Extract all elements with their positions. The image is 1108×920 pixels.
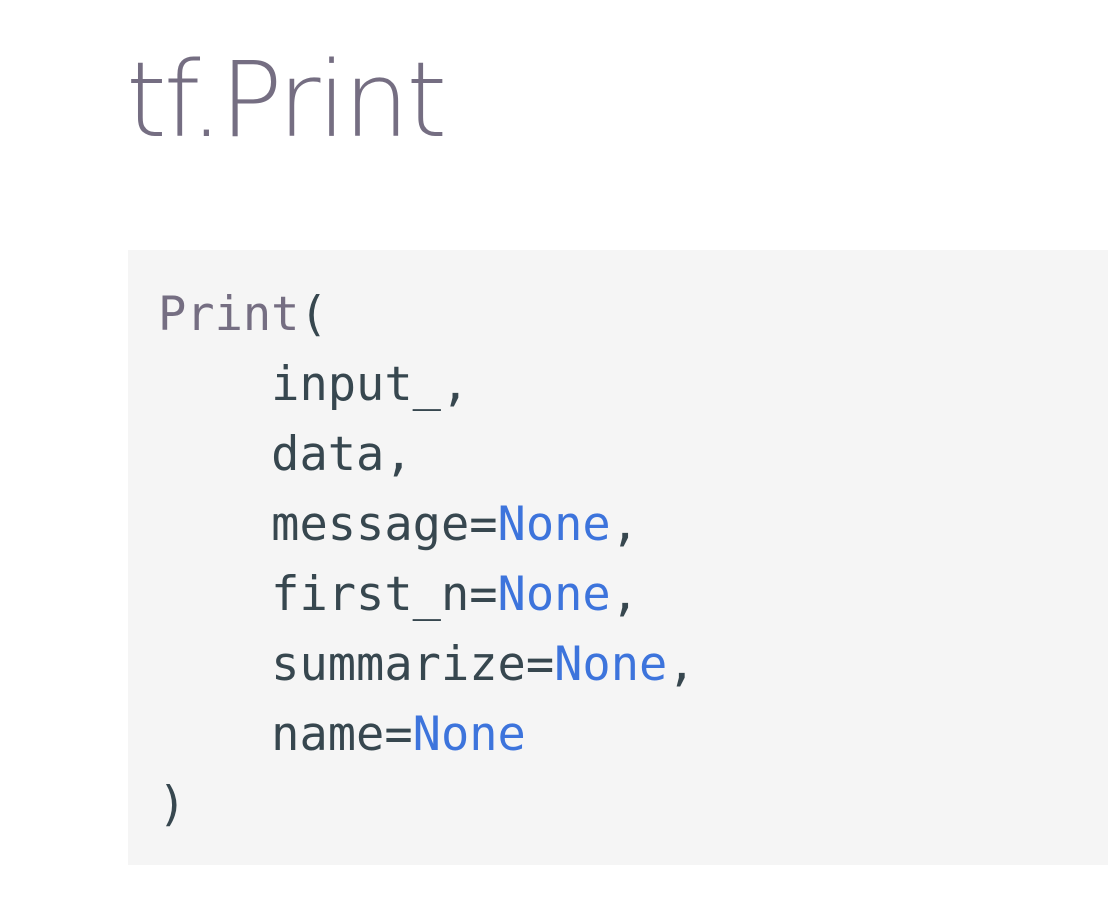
open-paren: (	[299, 287, 328, 342]
code-block: Print(input_, data, message=None, first_n=N…	[128, 250, 1108, 865]
param-line: summarize=None,	[158, 630, 1108, 700]
page-title: tf.Print	[126, 39, 447, 161]
param-line: message=None,	[158, 490, 1108, 560]
param-separator: ,	[440, 357, 470, 412]
code-closing-line: )	[158, 770, 1108, 840]
param-equals: =	[525, 637, 555, 692]
param-separator: ,	[610, 497, 640, 552]
param-default-value: None	[554, 637, 668, 692]
param-default-value: None	[497, 567, 611, 622]
param-line: data,	[158, 420, 1108, 490]
function-name: Print	[158, 287, 300, 342]
param-name: summarize	[271, 637, 526, 692]
param-line: first_n=None,	[158, 560, 1108, 630]
close-paren: )	[158, 777, 187, 832]
param-name: data	[271, 427, 385, 482]
param-separator: ,	[667, 637, 696, 692]
param-line: name=None	[158, 700, 1108, 770]
param-name: input_	[271, 357, 441, 412]
param-separator: ,	[384, 427, 413, 482]
param-default-value: None	[412, 707, 526, 762]
param-name: name	[271, 707, 385, 762]
param-equals: =	[469, 567, 498, 622]
param-line: input_,	[158, 350, 1108, 420]
param-default-value: None	[497, 497, 611, 552]
param-separator: ,	[610, 567, 640, 622]
param-name: message	[271, 497, 470, 552]
param-equals: =	[384, 707, 413, 762]
code-signature-line: Print(	[158, 280, 1108, 350]
param-name: first_n	[271, 567, 470, 622]
param-equals: =	[469, 497, 498, 552]
